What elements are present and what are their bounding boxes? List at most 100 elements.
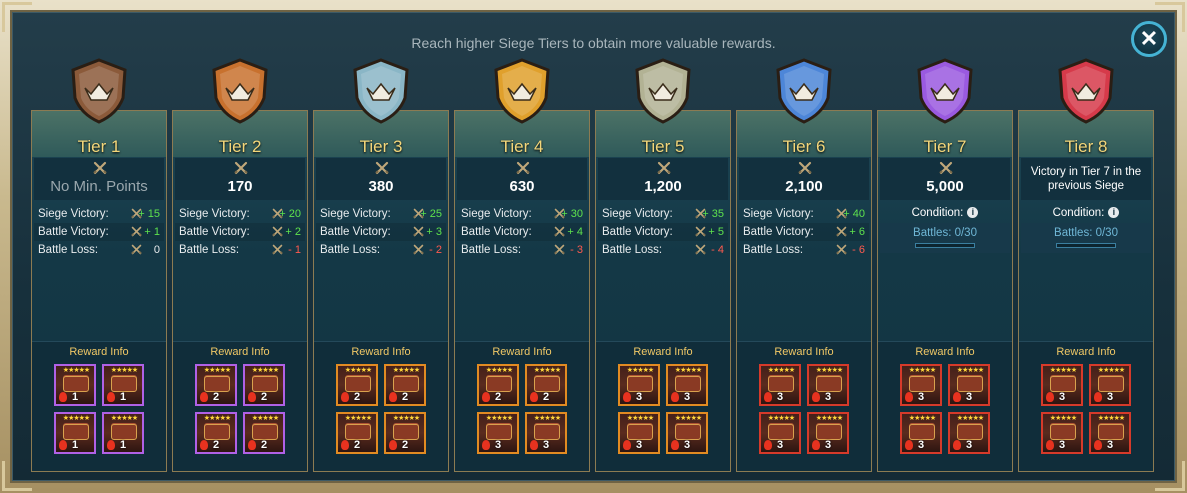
flame-icon (1094, 392, 1102, 402)
flame-icon (812, 440, 820, 450)
reward-chest[interactable]: ★★★★★ 2 (195, 412, 237, 454)
reward-section: Reward Info ★★★★★ 3 ★★★★★ 3 ★★★★★ 3 ★★★★… (737, 341, 871, 471)
tier-card[interactable]: Tier 1 No Min. Points Siege Victory: + 1… (31, 110, 167, 472)
tier-name: Tier 5 (641, 137, 685, 156)
stat-value: + 4 (567, 226, 583, 238)
tier-card[interactable]: Tier 5 1,200 Siege Victory: + 35 Battle … (595, 110, 731, 472)
reward-chest[interactable]: ★★★★★ 3 (900, 412, 942, 454)
reward-chest[interactable]: ★★★★★ 3 (807, 412, 849, 454)
flame-icon (248, 440, 256, 450)
close-button[interactable]: ✕ (1131, 21, 1167, 57)
reward-chest[interactable]: ★★★★★ 3 (1089, 364, 1131, 406)
tier-card[interactable]: Tier 3 380 Siege Victory: + 25 Battle Vi… (313, 110, 449, 472)
reward-section: Reward Info ★★★★★ 3 ★★★★★ 3 ★★★★★ 3 ★★★★… (596, 341, 730, 471)
reward-chest[interactable]: ★★★★★ 3 (948, 364, 990, 406)
reward-chest[interactable]: ★★★★★ 3 (618, 364, 660, 406)
reward-chest[interactable]: ★★★★★ 3 (1041, 412, 1083, 454)
reward-info-link[interactable]: Reward Info (314, 346, 448, 358)
chest-icon (534, 376, 560, 392)
reward-info-link[interactable]: Reward Info (32, 346, 166, 358)
reward-chest[interactable]: ★★★★★ 2 (336, 364, 378, 406)
reward-chest[interactable]: ★★★★★ 2 (477, 364, 519, 406)
reward-chest[interactable]: ★★★★★ 3 (666, 412, 708, 454)
reward-info-link[interactable]: Reward Info (173, 346, 307, 358)
reward-chest[interactable]: ★★★★★ 1 (102, 364, 144, 406)
reward-chest[interactable]: ★★★★★ 3 (1089, 412, 1131, 454)
reward-chest[interactable]: ★★★★★ 3 (477, 412, 519, 454)
chest-icon (768, 424, 794, 440)
stat-value: + 30 (561, 208, 583, 220)
chest-icon (816, 424, 842, 440)
reward-chest[interactable]: ★★★★★ 1 (54, 412, 96, 454)
stat-label: Siege Victory: (743, 208, 814, 220)
chest-icon (957, 376, 983, 392)
stat-row-siege: Siege Victory: + 20 (175, 205, 305, 223)
chest-icon (909, 376, 935, 392)
stat-row-loss: Battle Loss: - 2 (316, 241, 446, 259)
info-icon[interactable]: i (967, 207, 979, 219)
flame-icon (389, 440, 397, 450)
reward-info-link[interactable]: Reward Info (596, 346, 730, 358)
crossed-swords-icon (272, 226, 283, 237)
reward-chest[interactable]: ★★★★★ 3 (525, 412, 567, 454)
star-rating-icon: ★★★★★ (815, 367, 843, 374)
chest-quantity: 3 (636, 439, 643, 451)
star-rating-icon: ★★★★★ (392, 415, 420, 422)
tier-card[interactable]: Tier 7 5,000 Condition: i Battles: 0/30 R… (877, 110, 1013, 472)
reward-chest[interactable]: ★★★★★ 3 (759, 412, 801, 454)
tier-card[interactable]: Tier 6 2,100 Siege Victory: + 40 Battle … (736, 110, 872, 472)
reward-chest[interactable]: ★★★★★ 3 (1041, 364, 1083, 406)
tier-requirement: Victory in Tier 7 in the previous Siege (1021, 158, 1151, 200)
reward-chest[interactable]: ★★★★★ 2 (525, 364, 567, 406)
chest-quantity: 3 (684, 439, 691, 451)
reward-info-link[interactable]: Reward Info (455, 346, 589, 358)
stat-row-siege: Siege Victory: + 25 (316, 205, 446, 223)
reward-chest[interactable]: ★★★★★ 3 (666, 364, 708, 406)
reward-chest[interactable]: ★★★★★ 1 (54, 364, 96, 406)
crossed-swords-icon (939, 161, 953, 175)
crossed-swords-icon (554, 244, 565, 255)
flame-icon (107, 440, 115, 450)
reward-chest[interactable]: ★★★★★ 3 (948, 412, 990, 454)
frame-corner (1155, 461, 1185, 491)
tier-shield-icon (494, 58, 550, 124)
tier-min-points: 5,000 (926, 178, 964, 195)
crossed-swords-icon (695, 244, 706, 255)
tier-card[interactable]: Tier 4 630 Siege Victory: + 30 Battle Vi… (454, 110, 590, 472)
battles-progress: Battles: 0/30 (880, 223, 1010, 253)
reward-chest[interactable]: ★★★★★ 2 (243, 364, 285, 406)
flame-icon (200, 392, 208, 402)
chest-icon (345, 376, 371, 392)
reward-chest[interactable]: ★★★★★ 2 (243, 412, 285, 454)
frame-corner (2, 461, 32, 491)
reward-chest[interactable]: ★★★★★ 3 (759, 364, 801, 406)
tier-name: Tier 7 (923, 137, 967, 156)
reward-info-link[interactable]: Reward Info (737, 346, 871, 358)
chest-quantity: 2 (495, 391, 502, 403)
chest-icon (204, 376, 230, 392)
reward-info-link[interactable]: Reward Info (878, 346, 1012, 358)
stat-value: + 20 (279, 208, 301, 220)
info-icon[interactable]: i (1108, 207, 1120, 219)
reward-chest[interactable]: ★★★★★ 2 (336, 412, 378, 454)
flame-icon (482, 440, 490, 450)
reward-chest[interactable]: ★★★★★ 2 (195, 364, 237, 406)
reward-chest[interactable]: ★★★★★ 1 (102, 412, 144, 454)
reward-info-link[interactable]: Reward Info (1019, 346, 1153, 358)
stat-value: + 2 (285, 226, 301, 238)
reward-section: Reward Info ★★★★★ 3 ★★★★★ 3 ★★★★★ 3 ★★★★… (1019, 341, 1153, 471)
star-rating-icon: ★★★★★ (908, 367, 936, 374)
tier-card[interactable]: Tier 8 Victory in Tier 7 in the previous … (1018, 110, 1154, 472)
chest-quantity: 3 (777, 391, 784, 403)
tier-card[interactable]: Tier 2 170 Siege Victory: + 20 Battle Vi… (172, 110, 308, 472)
tier-min-points: No Min. Points (50, 178, 148, 195)
crossed-swords-icon (798, 161, 812, 175)
reward-chest[interactable]: ★★★★★ 2 (384, 364, 426, 406)
chest-quantity: 3 (1107, 391, 1114, 403)
reward-chest[interactable]: ★★★★★ 3 (900, 364, 942, 406)
tier-name: Tier 1 (77, 137, 121, 156)
reward-chest[interactable]: ★★★★★ 3 (618, 412, 660, 454)
tier-min-points: 630 (509, 178, 535, 195)
reward-chest[interactable]: ★★★★★ 2 (384, 412, 426, 454)
reward-chest[interactable]: ★★★★★ 3 (807, 364, 849, 406)
